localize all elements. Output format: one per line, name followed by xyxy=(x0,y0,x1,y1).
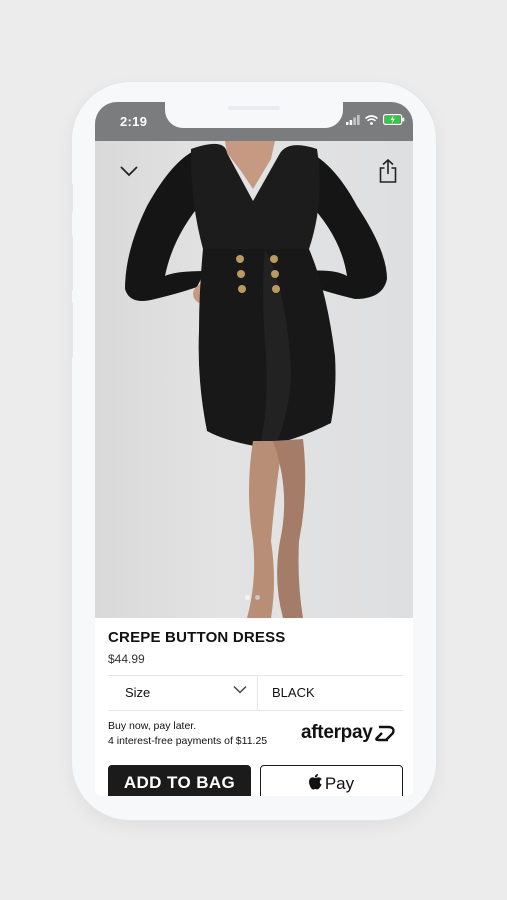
phone-side-button xyxy=(69,302,73,358)
apple-icon xyxy=(308,774,322,790)
status-time: 2:19 xyxy=(120,114,148,129)
add-to-bag-button[interactable]: ADD TO BAG xyxy=(108,765,251,796)
apple-pay-label: Pay xyxy=(324,774,355,793)
wifi-icon xyxy=(365,114,378,125)
product-title: CREPE BUTTON DRESS xyxy=(108,629,286,646)
battery-icon xyxy=(383,114,405,125)
product-price: $44.99 xyxy=(108,652,145,666)
phone-notch xyxy=(165,102,343,128)
add-to-bag-label: ADD TO BAG xyxy=(123,773,236,792)
phone-side-button xyxy=(69,183,73,213)
phone-side-button xyxy=(436,248,440,338)
product-image[interactable] xyxy=(95,141,413,618)
phone-speaker xyxy=(228,106,280,110)
bnpl-line-1: Buy now, pay later. xyxy=(108,720,197,732)
selector-divider xyxy=(257,676,258,710)
phone-side-button xyxy=(69,235,73,291)
size-chevron-down-icon[interactable] xyxy=(233,685,247,694)
chevron-down-icon[interactable] xyxy=(120,166,138,177)
pagination-dot-active[interactable] xyxy=(245,595,250,600)
gallery-pagination xyxy=(245,595,260,600)
afterpay-logo[interactable]: afterpay xyxy=(301,722,397,744)
divider xyxy=(108,675,403,676)
signal-icon xyxy=(346,114,360,125)
apple-pay-button[interactable]: Pay xyxy=(260,765,403,796)
bnpl-line-2: 4 interest-free payments of $11.25 xyxy=(108,735,268,747)
afterpay-wordmark: afterpay xyxy=(301,722,373,743)
size-select-label[interactable]: Size xyxy=(125,685,150,700)
afterpay-arrows-icon xyxy=(374,725,395,742)
divider xyxy=(108,710,403,711)
app-screen: 2:19 CREPE BUTTON DRESS $44.99 Size BLAC… xyxy=(95,102,413,796)
share-icon[interactable] xyxy=(379,159,397,183)
dress-illustration xyxy=(125,141,387,618)
pagination-dot[interactable] xyxy=(255,595,260,600)
status-icons xyxy=(346,114,405,125)
color-select-value[interactable]: BLACK xyxy=(272,685,315,700)
